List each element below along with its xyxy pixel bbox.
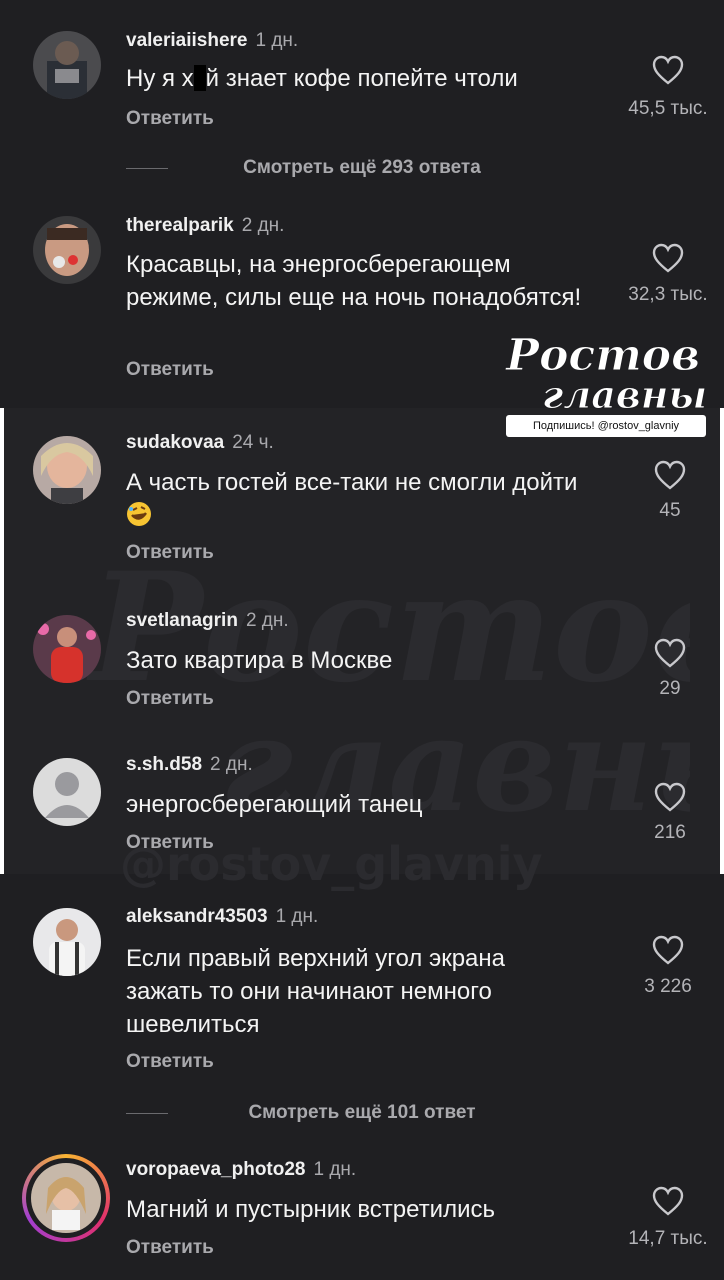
avatar[interactable]: [33, 216, 101, 284]
like-count: 3 226: [644, 976, 692, 997]
subscribe-tag: Подпишись! @rostov_glavniy: [506, 415, 706, 437]
like-count: 45,5 тыс.: [628, 98, 708, 119]
heart-outline-icon[interactable]: [654, 460, 686, 490]
username[interactable]: valeriaiishere: [126, 30, 247, 51]
avatar-story-ring[interactable]: [22, 1154, 110, 1242]
comment-text: Ну я хй знает кофе попейте чтоли: [126, 65, 518, 92]
timestamp: 1 дн.: [255, 30, 299, 51]
timestamp: 1 дн.: [313, 1159, 357, 1180]
timestamp: 2 дн.: [245, 610, 289, 631]
left-border: [0, 408, 4, 874]
comment-meta: s.sh.d58 2 дн.: [126, 754, 253, 776]
comment-text: Если правый верхний угол экрана зажать т…: [126, 945, 505, 1038]
rolling-on-floor-laughing-emoji: [127, 502, 151, 526]
avatar[interactable]: [33, 908, 101, 976]
view-more-replies-2[interactable]: Смотреть ещё 101 ответ: [0, 1102, 724, 1124]
svg-text:главный: главный: [542, 372, 710, 417]
censor-bar: [193, 65, 206, 91]
reply-button[interactable]: Ответить: [126, 832, 214, 854]
timestamp: 2 дн.: [241, 215, 285, 236]
comment-text: энергосберегающий танец: [126, 791, 423, 818]
divider-line: [126, 1113, 168, 1114]
avatar[interactable]: [33, 615, 101, 683]
timestamp: 2 дн.: [210, 754, 253, 775]
username[interactable]: therealparik: [126, 215, 234, 236]
like-count: 45: [659, 500, 681, 521]
heart-outline-icon[interactable]: [652, 55, 684, 85]
view-more-label[interactable]: Смотреть ещё 293 ответа: [243, 157, 481, 178]
heart-outline-icon[interactable]: [654, 782, 686, 812]
like-count: 32,3 тыс.: [628, 284, 708, 305]
username[interactable]: svetlanagrin: [126, 610, 238, 631]
timestamp: 24 ч.: [232, 432, 274, 453]
like-count: 216: [654, 822, 686, 843]
reply-button[interactable]: Ответить: [126, 1237, 214, 1259]
view-more-label[interactable]: Смотреть ещё 101 ответ: [248, 1102, 475, 1123]
reply-button[interactable]: Ответить: [126, 108, 214, 130]
comment-meta: aleksandr43503 1 дн.: [126, 906, 318, 928]
comment-meta: sudakovaa 24 ч.: [126, 432, 274, 454]
comment-meta: valeriaiishere 1 дн.: [126, 30, 298, 52]
comment-text: Магний и пустырник встретились: [126, 1196, 495, 1223]
username[interactable]: aleksandr43503: [126, 906, 268, 927]
username[interactable]: voropaeva_photo28: [126, 1159, 306, 1180]
like-count: 29: [659, 678, 681, 699]
comment-meta: therealparik 2 дн.: [126, 215, 284, 237]
heart-outline-icon[interactable]: [652, 935, 684, 965]
right-border: [720, 408, 724, 874]
reply-button[interactable]: Ответить: [126, 688, 214, 710]
comment-text: А часть гостей все-таки не смогли дойти: [126, 466, 596, 532]
avatar[interactable]: [33, 436, 101, 504]
username[interactable]: s.sh.d58: [126, 754, 202, 775]
comment-text: Зато квартира в Москве: [126, 647, 393, 674]
reply-button[interactable]: Ответить: [126, 1051, 214, 1073]
comment-meta: voropaeva_photo28 1 дн.: [126, 1159, 356, 1181]
heart-outline-icon[interactable]: [652, 1186, 684, 1216]
reply-button[interactable]: Ответить: [126, 542, 214, 564]
timestamp: 1 дн.: [275, 906, 319, 927]
heart-outline-icon[interactable]: [652, 243, 684, 273]
avatar[interactable]: [33, 758, 101, 826]
heart-outline-icon[interactable]: [654, 638, 686, 668]
view-more-replies-1[interactable]: Смотреть ещё 293 ответа: [0, 157, 724, 179]
like-count: 14,7 тыс.: [628, 1228, 708, 1249]
divider-line: [126, 168, 168, 169]
reply-button[interactable]: Ответить: [126, 359, 214, 381]
username[interactable]: sudakovaa: [126, 432, 224, 453]
avatar[interactable]: [33, 31, 101, 99]
comment-meta: svetlanagrin 2 дн.: [126, 610, 289, 632]
comment-text: Красавцы, на энергосберегающем режиме, с…: [126, 251, 582, 311]
